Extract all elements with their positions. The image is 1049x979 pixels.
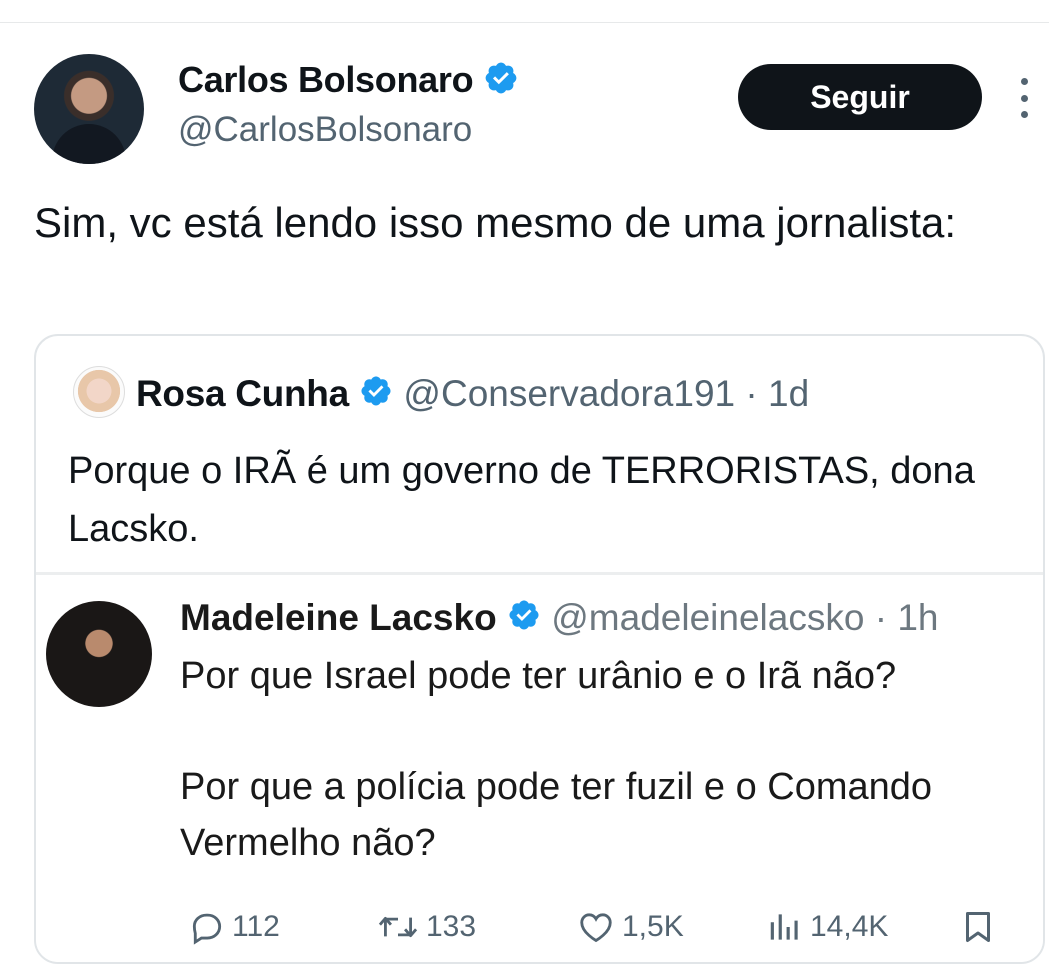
like-count: 1,5K xyxy=(622,910,684,943)
author-name-row[interactable]: Carlos Bolsonaro xyxy=(178,60,519,104)
bookmark-icon xyxy=(960,907,996,947)
quote-text: Porque o IRÃ é um governo de TERRORISTAS… xyxy=(68,450,975,550)
views-icon xyxy=(766,908,804,946)
like-button: 1,5K xyxy=(576,897,684,957)
quote-header: Rosa Cunha @Conservadora191 · 1d xyxy=(136,372,809,418)
quote-separator: · xyxy=(745,373,758,414)
reply-count: 112 xyxy=(232,910,280,943)
verified-badge-icon xyxy=(483,60,519,104)
views-count: 14,4K xyxy=(810,910,889,943)
repost-count: 133 xyxy=(426,910,477,943)
repost-button: 133 xyxy=(376,897,476,957)
embedded-tweet-screenshot: Madeleine Lacsko @madeleinelacsko · 1h P… xyxy=(36,572,1043,962)
quote-author-handle: @Conservadora191 xyxy=(403,373,736,414)
embedded-time: 1h xyxy=(897,597,939,638)
embedded-separator: · xyxy=(874,597,888,638)
more-options-icon[interactable] xyxy=(1012,78,1036,118)
embedded-author-avatar xyxy=(46,601,152,707)
embedded-text-line-2: Por que a polícia pode ter fuzil e o Com… xyxy=(180,766,933,864)
embedded-author-name: Madeleine Lacsko xyxy=(180,597,497,638)
verified-badge-icon xyxy=(359,374,393,418)
verified-badge-icon xyxy=(507,597,541,643)
author-handle[interactable]: @CarlosBolsonaro xyxy=(178,110,472,150)
author-avatar[interactable] xyxy=(34,54,144,164)
follow-button[interactable]: Seguir xyxy=(738,64,982,130)
embedded-author-handle: @madeleinelacsko xyxy=(551,597,865,638)
embedded-header: Madeleine Lacsko @madeleinelacsko · 1h xyxy=(180,595,938,643)
like-icon xyxy=(576,908,616,946)
quote-card[interactable]: Rosa Cunha @Conservadora191 · 1d Porque … xyxy=(34,334,1045,964)
quote-time: 1d xyxy=(768,373,810,414)
embedded-actions-bar: 112 133 1,5K 14,4K xyxy=(36,897,1043,957)
quote-author-name: Rosa Cunha xyxy=(136,373,349,414)
reply-icon xyxy=(188,908,226,946)
top-divider xyxy=(0,22,1049,23)
repost-icon xyxy=(376,908,420,946)
bookmark-button xyxy=(960,897,996,957)
tweet-text: Sim, vc está lendo isso mesmo de uma jor… xyxy=(34,199,957,246)
embedded-text-line-1: Por que Israel pode ter urânio e o Irã n… xyxy=(180,655,897,697)
views-button: 14,4K xyxy=(766,897,888,957)
reply-button: 112 xyxy=(188,897,280,957)
author-name[interactable]: Carlos Bolsonaro xyxy=(178,59,474,100)
quote-author-avatar xyxy=(73,366,125,418)
